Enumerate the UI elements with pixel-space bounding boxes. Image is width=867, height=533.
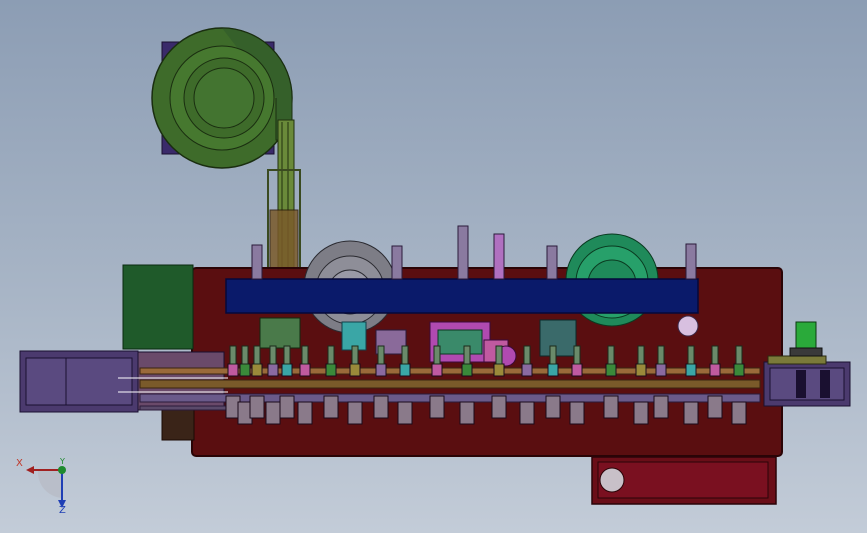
station-head[interactable] — [281, 363, 293, 377]
station-head[interactable] — [349, 363, 361, 377]
station-clamp[interactable] — [633, 401, 649, 425]
station-clamp[interactable] — [519, 401, 535, 425]
station-pin — [433, 345, 441, 365]
station-head[interactable] — [655, 363, 667, 377]
station-clamp[interactable] — [397, 401, 413, 425]
station-head[interactable] — [571, 363, 583, 377]
station-clamp[interactable] — [653, 395, 669, 419]
station-pin — [637, 345, 645, 365]
station-pin — [549, 345, 557, 365]
station-pin — [253, 345, 261, 365]
station-clamp[interactable] — [323, 395, 339, 419]
station-clamp[interactable] — [491, 395, 507, 419]
station-pin — [269, 345, 277, 365]
station-clamp[interactable] — [683, 401, 699, 425]
station-pin — [523, 345, 531, 365]
station-head[interactable] — [251, 363, 263, 377]
station-clamp[interactable] — [545, 395, 561, 419]
station-clamp[interactable] — [731, 401, 747, 425]
station-pin — [301, 345, 309, 365]
station-clamp[interactable] — [707, 395, 723, 419]
station-pin — [463, 345, 471, 365]
station-head[interactable] — [375, 363, 387, 377]
station-clamp[interactable] — [429, 395, 445, 419]
cad-viewport[interactable]: X Y Z — [0, 0, 867, 533]
station-clamp[interactable] — [347, 401, 363, 425]
station-head[interactable] — [521, 363, 533, 377]
station-head[interactable] — [547, 363, 559, 377]
station-pin — [495, 345, 503, 365]
motor-green — [795, 321, 817, 351]
station-pin — [573, 345, 581, 365]
x-axis-label: X — [16, 458, 23, 469]
station-head[interactable] — [493, 363, 505, 377]
station-clamp[interactable] — [249, 395, 265, 419]
station-head[interactable] — [431, 363, 443, 377]
station-head[interactable] — [239, 363, 251, 377]
station-head[interactable] — [605, 363, 617, 377]
station-head[interactable] — [299, 363, 311, 377]
station-pin — [377, 345, 385, 365]
station-pin — [711, 345, 719, 365]
station-head[interactable] — [709, 363, 721, 377]
station-clamp[interactable] — [265, 401, 281, 425]
scrap-drawer[interactable] — [591, 456, 777, 505]
coordinate-triad — [26, 466, 66, 508]
station-clamp[interactable] — [297, 401, 313, 425]
station-head[interactable] — [325, 363, 337, 377]
station-pin — [241, 345, 249, 365]
station-clamp[interactable] — [373, 395, 389, 419]
station-head[interactable] — [733, 363, 745, 377]
station-pin — [229, 345, 237, 365]
station-clamp[interactable] — [459, 401, 475, 425]
station-pin — [327, 345, 335, 365]
station-head[interactable] — [685, 363, 697, 377]
station-clamp[interactable] — [279, 395, 295, 419]
station-head[interactable] — [635, 363, 647, 377]
station-pin — [687, 345, 695, 365]
station-pin — [351, 345, 359, 365]
vibratory-feeder-bowl[interactable] — [151, 27, 301, 281]
cover-bar — [225, 278, 699, 314]
y-axis-dot — [58, 466, 66, 474]
z-axis-label: Z — [59, 505, 66, 516]
motor-box — [122, 264, 194, 350]
y-axis-label: Y — [60, 457, 65, 466]
station-head[interactable] — [267, 363, 279, 377]
station-clamp[interactable] — [569, 401, 585, 425]
station-clamp[interactable] — [603, 395, 619, 419]
station-head[interactable] — [399, 363, 411, 377]
station-pin — [401, 345, 409, 365]
station-pin — [607, 345, 615, 365]
station-pin — [283, 345, 291, 365]
station-pin — [657, 345, 665, 365]
assembly-view[interactable] — [0, 0, 867, 533]
station-head[interactable] — [461, 363, 473, 377]
station-head[interactable] — [227, 363, 239, 377]
station-pin — [735, 345, 743, 365]
